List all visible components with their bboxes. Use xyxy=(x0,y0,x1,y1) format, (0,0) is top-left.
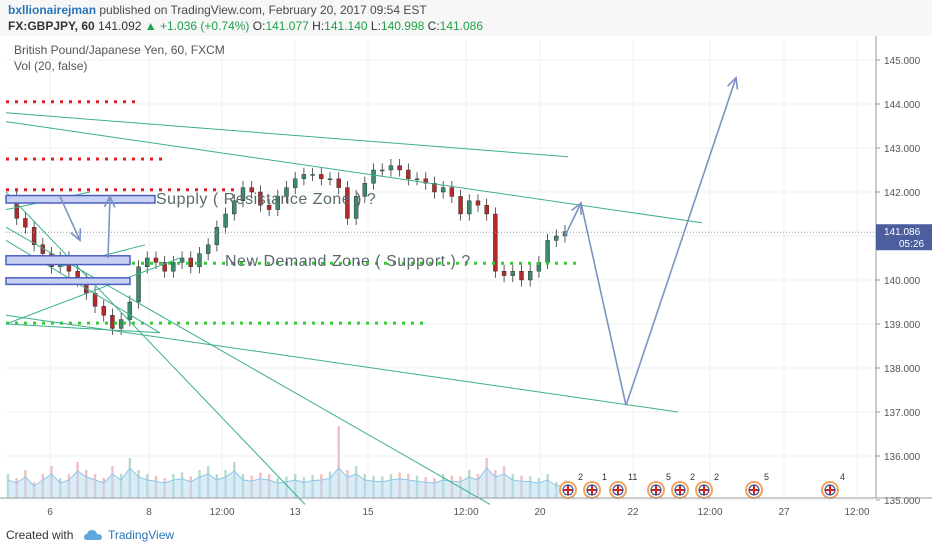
candle-body xyxy=(110,315,115,329)
candle-body xyxy=(188,257,193,268)
y-tick-label: 142.000 xyxy=(884,188,921,199)
candle-body xyxy=(205,244,211,254)
event-count: 2 xyxy=(690,472,695,482)
x-tick-label: 12:00 xyxy=(697,507,722,518)
candle-body xyxy=(475,200,481,206)
candle-body xyxy=(197,253,202,268)
candle-body xyxy=(388,165,394,171)
x-tick-label: 15 xyxy=(362,507,374,518)
up-triangle-icon: ▲ xyxy=(144,19,157,33)
candle-body xyxy=(458,196,463,215)
candle-body xyxy=(501,270,507,276)
event-count: 5 xyxy=(764,472,769,482)
candle-body xyxy=(336,178,341,188)
publish-line: bxllionairejman published on TradingView… xyxy=(8,3,427,17)
quote-line: FX:GBPJPY, 60 141.092 ▲ +1.036 (+0.74%) … xyxy=(8,19,483,33)
candle-body xyxy=(23,218,28,228)
demand-zone-box-lower xyxy=(5,277,131,286)
x-tick-label: 12:00 xyxy=(209,507,234,518)
y-tick-label: 143.000 xyxy=(884,144,921,155)
x-tick-label: 22 xyxy=(627,507,639,518)
y-tick-label: 140.000 xyxy=(884,276,921,287)
supply-zone-label: Supply ( Resistance Zone ) ? xyxy=(156,191,376,208)
y-tick-label: 139.000 xyxy=(884,320,921,331)
candle-body xyxy=(545,240,550,263)
x-tick-label: 8 xyxy=(146,507,152,518)
x-tick-label: 12:00 xyxy=(844,507,869,518)
candle-body xyxy=(510,270,515,276)
close-value: 141.086 xyxy=(439,19,484,33)
x-tick-label: 20 xyxy=(534,507,546,518)
y-tick-label: 138.000 xyxy=(884,364,921,375)
tradingview-brand-link[interactable]: TradingView xyxy=(108,528,174,542)
candle-body xyxy=(467,200,472,215)
last-price-tag-text: 141.086 xyxy=(884,227,921,238)
symbol-label: FX:GBPJPY, 60 xyxy=(8,19,95,33)
candle-body xyxy=(127,301,133,320)
x-tick-label: 12:00 xyxy=(453,507,478,518)
event-count: 2 xyxy=(714,472,719,482)
chart-title: British Pound/Japanese Yen, 60, FXCM xyxy=(14,43,225,57)
footer: Created with TradingView xyxy=(0,522,932,550)
candle-body xyxy=(101,306,106,316)
candle-body xyxy=(440,187,446,193)
candle-body xyxy=(214,226,220,245)
demand-zone-box xyxy=(5,255,131,266)
candle-body xyxy=(223,213,228,228)
y-tick-label: 137.000 xyxy=(884,408,921,419)
candle-body xyxy=(519,270,524,281)
candle-body xyxy=(310,174,315,176)
candle-body xyxy=(293,178,298,188)
candle-body xyxy=(319,174,324,179)
published-text: published on TradingView.com, February 2… xyxy=(99,3,427,17)
candle-body xyxy=(171,262,176,272)
open-value: 141.077 xyxy=(265,19,309,33)
y-tick-label: 145.000 xyxy=(884,56,921,67)
low-label: L: xyxy=(370,19,381,33)
event-count: 11 xyxy=(628,472,637,482)
volume-indicator-label: Vol (20, false) xyxy=(14,59,87,73)
low-value: 140.998 xyxy=(380,19,425,33)
candle-body xyxy=(145,257,150,268)
candle-body xyxy=(327,178,333,181)
event-count: 2 xyxy=(578,472,583,482)
candle-body xyxy=(554,235,559,241)
x-tick-label: 27 xyxy=(778,507,790,518)
x-tick-label: 6 xyxy=(47,507,53,518)
candle-body xyxy=(136,266,141,303)
countdown-text: 05:26 xyxy=(899,239,924,250)
candle-body xyxy=(118,319,124,329)
tradingview-cloud-icon xyxy=(84,530,102,540)
candle-body xyxy=(380,169,385,172)
candle-body xyxy=(449,187,455,197)
high-label: H: xyxy=(312,19,325,33)
candle-body xyxy=(301,174,307,179)
event-count: 4 xyxy=(840,472,845,482)
author-link[interactable]: bxllionairejman xyxy=(8,3,96,17)
high-value: 141.140 xyxy=(324,19,368,33)
candle-body xyxy=(484,204,489,215)
candle-body xyxy=(414,178,420,181)
demand-zone-label: New Demand Zone ( Support ) ? xyxy=(225,253,471,270)
candle-body xyxy=(397,165,402,171)
event-count: 5 xyxy=(666,472,671,482)
close-label: C: xyxy=(427,19,440,33)
last-price: 141.092 xyxy=(98,19,142,33)
chart-header: bxllionairejman published on TradingView… xyxy=(0,0,932,36)
price-chart[interactable]: 2 1 11 5 2 2 5 4 145.000144.000143.000142.00014… xyxy=(0,36,932,522)
candle-body xyxy=(406,169,411,180)
candle-body xyxy=(179,257,185,263)
supply-zone-box xyxy=(5,194,156,204)
candle-body xyxy=(153,257,159,263)
y-tick-label: 144.000 xyxy=(884,100,921,111)
y-tick-label: 136.000 xyxy=(884,452,921,463)
event-count: 1 xyxy=(602,472,607,482)
x-tick-label: 13 xyxy=(289,507,301,518)
candle-body xyxy=(371,169,376,184)
price-change: +1.036 (+0.74%) xyxy=(160,19,250,33)
open-label: O: xyxy=(252,19,266,33)
created-with-label: Created with xyxy=(6,528,74,542)
candle-body xyxy=(527,270,533,281)
